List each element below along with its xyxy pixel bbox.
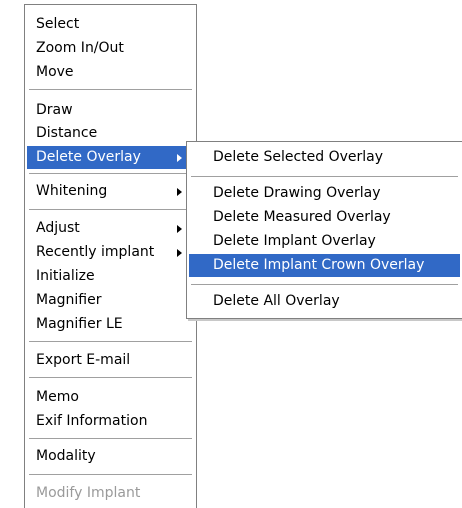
menu-item-adjust[interactable]: Adjust xyxy=(27,217,194,240)
menu-item-modality[interactable]: Modality xyxy=(27,445,194,468)
menu-item-delete-overlay[interactable]: Delete Overlay xyxy=(27,146,194,169)
submenu-item-delete-all-overlay[interactable]: Delete All Overlay xyxy=(189,290,460,313)
menu-separator xyxy=(29,173,192,175)
menu-item-label: Modify Implant xyxy=(36,485,141,501)
menu-item-label: Memo xyxy=(36,389,79,405)
menu-separator xyxy=(29,474,192,476)
menu-item-label: Delete Overlay xyxy=(36,149,141,165)
menu-item-label: Recently implant xyxy=(36,244,155,260)
submenu-item-delete-selected-overlay[interactable]: Delete Selected Overlay xyxy=(189,146,460,169)
menu-item-label: Zoom In/Out xyxy=(36,40,124,56)
submenu-arrow-icon xyxy=(177,249,182,257)
menu-item-label: Magnifier LE xyxy=(36,316,123,332)
submenu-item-delete-implant-crown-overlay[interactable]: Delete Implant Crown Overlay xyxy=(189,254,460,277)
menu-item-modify-implant: Modify Implant xyxy=(27,482,194,505)
menu-item-select[interactable]: Select xyxy=(27,13,194,36)
menu-item-distance[interactable]: Distance xyxy=(27,122,194,145)
submenu-item-delete-measured-overlay[interactable]: Delete Measured Overlay xyxy=(189,206,460,229)
menu-item-label: Select xyxy=(36,16,80,32)
menu-item-initialize[interactable]: Initialize xyxy=(27,265,194,288)
menu-separator xyxy=(29,377,192,379)
menu-item-move[interactable]: Move xyxy=(27,61,194,84)
menu-separator xyxy=(191,284,458,286)
menu-separator xyxy=(29,89,192,91)
menu-item-label: Delete Selected Overlay xyxy=(213,149,384,165)
menu-item-label: Distance xyxy=(36,125,98,141)
context-menu: Select Zoom In/Out Move Draw Distance De… xyxy=(24,4,197,508)
menu-item-label: Modality xyxy=(36,448,96,464)
submenu-item-delete-drawing-overlay[interactable]: Delete Drawing Overlay xyxy=(189,182,460,205)
submenu-arrow-icon xyxy=(177,188,182,196)
menu-item-label: Draw xyxy=(36,102,73,118)
menu-item-label: Delete Implant Overlay xyxy=(213,233,376,249)
menu-item-label: Exif Information xyxy=(36,413,148,429)
menu-item-magnifier-le[interactable]: Magnifier LE xyxy=(27,313,194,336)
menu-item-label: Adjust xyxy=(36,220,80,236)
menu-item-label: Move xyxy=(36,64,74,80)
menu-item-label: Initialize xyxy=(36,268,95,284)
menu-item-memo[interactable]: Memo xyxy=(27,386,194,409)
menu-item-label: Magnifier xyxy=(36,292,102,308)
menu-item-magnifier[interactable]: Magnifier xyxy=(27,289,194,312)
menu-item-recently-implant[interactable]: Recently implant xyxy=(27,241,194,264)
menu-item-export-email[interactable]: Export E-mail xyxy=(27,349,194,372)
menu-item-label: Whitening xyxy=(36,183,108,199)
menu-item-label: Delete Implant Crown Overlay xyxy=(213,257,425,273)
menu-item-exif-information[interactable]: Exif Information xyxy=(27,410,194,433)
submenu-arrow-icon xyxy=(177,225,182,233)
menu-item-label: Delete All Overlay xyxy=(213,293,340,309)
menu-separator xyxy=(191,176,458,178)
menu-separator xyxy=(29,209,192,211)
menu-separator xyxy=(29,341,192,343)
menu-item-whitening[interactable]: Whitening xyxy=(27,180,194,203)
submenu-arrow-icon xyxy=(177,154,182,162)
menu-item-label: Export E-mail xyxy=(36,352,131,368)
menu-separator xyxy=(29,438,192,440)
delete-overlay-submenu: Delete Selected Overlay Delete Drawing O… xyxy=(186,141,462,319)
menu-item-label: Delete Drawing Overlay xyxy=(213,185,381,201)
menu-item-draw[interactable]: Draw xyxy=(27,99,194,122)
submenu-item-delete-implant-overlay[interactable]: Delete Implant Overlay xyxy=(189,230,460,253)
menu-item-label: Delete Measured Overlay xyxy=(213,209,391,225)
menu-item-zoom[interactable]: Zoom In/Out xyxy=(27,37,194,60)
